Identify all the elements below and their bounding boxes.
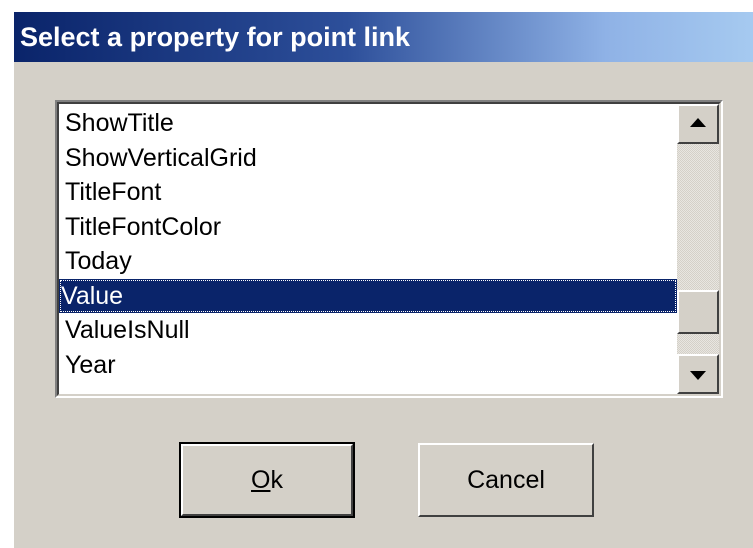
property-dialog: Select a property for point link ShowTit…	[13, 12, 753, 548]
ok-button[interactable]: Ok	[179, 442, 355, 518]
list-item-showtitle[interactable]: ShowTitle	[59, 106, 677, 141]
list-item-value-selected[interactable]: Value	[59, 278, 677, 313]
list-item-today[interactable]: Today	[59, 244, 677, 279]
arrow-down-icon	[690, 371, 706, 380]
scroll-up-button[interactable]	[677, 104, 719, 144]
vertical-scrollbar[interactable]	[677, 104, 719, 394]
ok-label-rest: k	[270, 466, 283, 494]
arrow-up-icon	[690, 118, 706, 127]
list-item-valueisnull[interactable]: ValueIsNull	[59, 313, 677, 348]
scroll-down-button[interactable]	[677, 354, 719, 394]
scrollbar-thumb[interactable]	[677, 290, 719, 334]
listbox-frame: ShowTitle ShowVerticalGrid TitleFont Tit…	[57, 102, 721, 396]
list-item-year[interactable]: Year	[59, 348, 677, 383]
ok-button-label: Ok	[181, 464, 353, 496]
list-item-titlefontcolor[interactable]: TitleFontColor	[59, 210, 677, 245]
ok-accelerator-key: O	[251, 466, 271, 494]
cancel-button-label: Cancel	[467, 466, 545, 494]
list-item-titlefont[interactable]: TitleFont	[59, 175, 677, 210]
cancel-button[interactable]: Cancel	[418, 443, 594, 517]
list-item-showverticalgrid[interactable]: ShowVerticalGrid	[59, 141, 677, 176]
property-listbox[interactable]: ShowTitle ShowVerticalGrid TitleFont Tit…	[55, 100, 723, 398]
title-bar[interactable]: Select a property for point link	[14, 12, 753, 62]
listbox-items: ShowTitle ShowVerticalGrid TitleFont Tit…	[59, 106, 677, 382]
dialog-title: Select a property for point link	[20, 22, 411, 52]
